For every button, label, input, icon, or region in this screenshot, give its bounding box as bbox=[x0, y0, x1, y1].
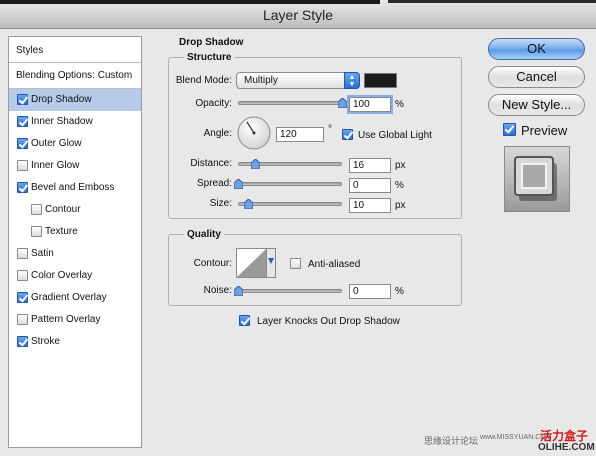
style-item[interactable]: Pattern Overlay bbox=[9, 309, 141, 331]
spread-slider-thumb[interactable] bbox=[234, 179, 243, 189]
distance-input[interactable]: 16 bbox=[349, 158, 391, 173]
blend-mode-value: Multiply bbox=[244, 75, 278, 86]
anti-aliased-checkbox[interactable] bbox=[290, 258, 301, 269]
opacity-input[interactable]: 100 bbox=[349, 97, 391, 112]
preview-label[interactable]: Preview bbox=[521, 123, 567, 138]
style-item-checkbox[interactable] bbox=[17, 248, 28, 259]
style-item-label: Satin bbox=[31, 248, 54, 259]
style-item-label: Pattern Overlay bbox=[31, 314, 101, 325]
spread-label: Spread: bbox=[196, 178, 232, 189]
size-slider[interactable] bbox=[238, 202, 342, 206]
noise-label: Noise: bbox=[203, 285, 232, 296]
shadow-color-swatch[interactable] bbox=[364, 73, 397, 88]
watermark-forum: 思缘设计论坛 bbox=[424, 436, 479, 446]
spread-unit: % bbox=[395, 180, 404, 191]
style-item[interactable]: Bevel and Emboss bbox=[9, 177, 141, 199]
opacity-slider-thumb[interactable] bbox=[338, 98, 347, 108]
cancel-button[interactable]: Cancel bbox=[488, 66, 585, 88]
style-item-label: Color Overlay bbox=[31, 270, 93, 281]
style-item[interactable]: Satin bbox=[9, 243, 141, 265]
spread-input[interactable]: 0 bbox=[349, 178, 391, 193]
use-global-light-label[interactable]: Use Global Light bbox=[358, 130, 432, 141]
style-item-checkbox[interactable] bbox=[17, 292, 28, 303]
style-item[interactable]: Stroke bbox=[9, 331, 141, 353]
noise-slider-thumb[interactable] bbox=[234, 286, 243, 296]
opacity-slider[interactable] bbox=[238, 101, 342, 105]
title-bar-edge-right bbox=[388, 0, 596, 3]
style-item-label: Outer Glow bbox=[31, 138, 82, 149]
distance-slider-thumb[interactable] bbox=[250, 159, 260, 169]
style-item-checkbox[interactable] bbox=[31, 226, 42, 237]
contour-picker[interactable] bbox=[236, 248, 276, 281]
title-bar: Layer Style bbox=[0, 0, 596, 29]
style-item-checkbox[interactable] bbox=[17, 116, 28, 127]
preview-checkbox[interactable] bbox=[503, 123, 516, 136]
style-item-checkbox[interactable] bbox=[31, 204, 42, 215]
style-item[interactable]: Inner Shadow bbox=[9, 111, 141, 133]
style-item-checkbox[interactable] bbox=[17, 138, 28, 149]
size-input[interactable]: 10 bbox=[349, 198, 391, 213]
size-unit: px bbox=[395, 200, 406, 211]
use-global-light-checkbox[interactable] bbox=[342, 129, 353, 140]
style-item-checkbox[interactable] bbox=[17, 94, 28, 105]
ok-button[interactable]: OK bbox=[488, 38, 585, 60]
style-item[interactable]: Contour bbox=[9, 199, 141, 221]
knocks-out-label[interactable]: Layer Knocks Out Drop Shadow bbox=[257, 316, 400, 327]
style-item[interactable]: Drop Shadow bbox=[9, 89, 141, 111]
noise-input[interactable]: 0 bbox=[349, 284, 391, 299]
noise-unit: % bbox=[395, 286, 404, 297]
style-item-checkbox[interactable] bbox=[17, 182, 28, 193]
style-item-label: Bevel and Emboss bbox=[31, 182, 115, 193]
anti-aliased-label[interactable]: Anti-aliased bbox=[308, 259, 360, 270]
opacity-label: Opacity: bbox=[195, 98, 232, 109]
style-preview-thumbnail bbox=[504, 146, 570, 212]
title-bar-edge bbox=[0, 0, 380, 4]
knocks-out-checkbox[interactable] bbox=[239, 315, 250, 326]
drop-shadow-title: Drop Shadow bbox=[176, 37, 247, 48]
style-item-label: Inner Glow bbox=[31, 160, 80, 171]
spread-slider[interactable] bbox=[238, 182, 342, 186]
style-item-label: Stroke bbox=[31, 336, 60, 347]
style-item-label: Gradient Overlay bbox=[31, 292, 107, 303]
noise-slider[interactable] bbox=[238, 289, 342, 293]
distance-label: Distance: bbox=[190, 158, 232, 169]
style-item-label: Texture bbox=[45, 226, 78, 237]
contour-label: Contour: bbox=[193, 258, 232, 269]
style-item[interactable]: Gradient Overlay bbox=[9, 287, 141, 309]
structure-title: Structure bbox=[184, 52, 235, 63]
size-slider-thumb[interactable] bbox=[244, 199, 254, 209]
style-item[interactable]: Inner Glow bbox=[9, 155, 141, 177]
window-title: Layer Style bbox=[262, 7, 334, 23]
style-item-label: Drop Shadow bbox=[31, 94, 92, 105]
styles-header[interactable]: Styles bbox=[9, 37, 141, 63]
blend-mode-label: Blend Mode: bbox=[175, 75, 232, 86]
angle-dial[interactable] bbox=[236, 115, 272, 154]
style-item[interactable]: Outer Glow bbox=[9, 133, 141, 155]
style-item[interactable]: Texture bbox=[9, 221, 141, 243]
style-item[interactable]: Color Overlay bbox=[9, 265, 141, 287]
angle-unit: ° bbox=[328, 124, 332, 135]
size-label: Size: bbox=[209, 198, 232, 209]
style-item-label: Inner Shadow bbox=[31, 116, 93, 127]
angle-label: Angle: bbox=[203, 128, 232, 139]
distance-unit: px bbox=[395, 160, 406, 171]
style-item-checkbox[interactable] bbox=[17, 314, 28, 325]
style-item-label: Contour bbox=[45, 204, 81, 215]
blending-options-item[interactable]: Blending Options: Custom bbox=[9, 63, 141, 89]
style-item-checkbox[interactable] bbox=[17, 160, 28, 171]
quality-title: Quality bbox=[184, 229, 224, 240]
style-item-checkbox[interactable] bbox=[17, 270, 28, 281]
opacity-unit: % bbox=[395, 99, 404, 110]
new-style-button[interactable]: New Style... bbox=[488, 94, 585, 116]
select-arrows-icon: ▲ ▼ bbox=[344, 72, 360, 89]
blend-mode-select[interactable]: Multiply ▲ ▼ bbox=[236, 72, 360, 89]
styles-list-panel: Styles Blending Options: Custom Drop Sha… bbox=[8, 36, 142, 448]
angle-input[interactable]: 120 bbox=[276, 127, 324, 142]
watermark-brand-en: OLIHE.COM bbox=[538, 442, 595, 453]
style-item-checkbox[interactable] bbox=[17, 336, 28, 347]
